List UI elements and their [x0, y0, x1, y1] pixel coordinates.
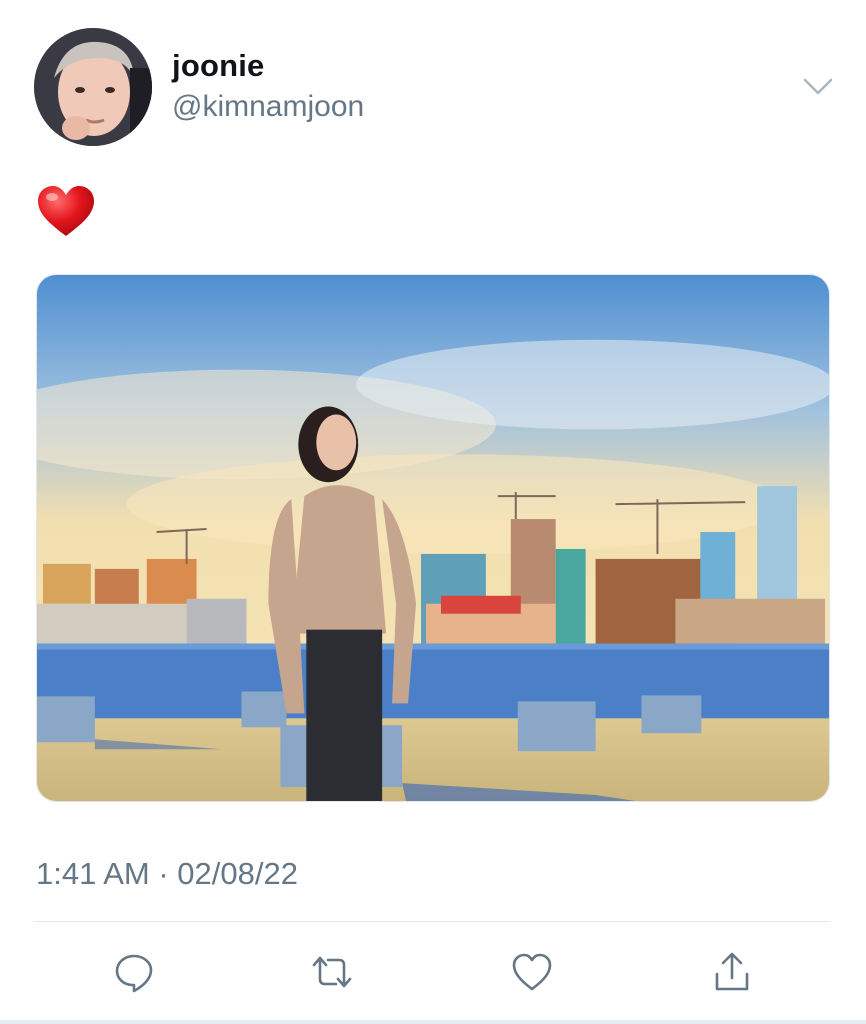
chevron-down-icon[interactable] [800, 72, 836, 100]
share-icon [715, 952, 749, 991]
reply-icon [115, 954, 153, 993]
avatar-image [34, 28, 152, 146]
reply-button[interactable] [110, 948, 158, 996]
author-handle[interactable]: @kimnamjoon [172, 90, 364, 124]
divider [34, 921, 830, 922]
author-avatar[interactable] [34, 28, 152, 146]
tweet-timestamp[interactable]: 1:41 AM · 02/08/22 [36, 856, 298, 892]
tweet-text [36, 184, 96, 240]
retweet-button[interactable] [308, 948, 356, 996]
tweet-media-photo[interactable] [36, 274, 830, 802]
tweet-actions [0, 944, 866, 1000]
like-button[interactable] [508, 948, 556, 996]
tweet-header: joonie @kimnamjoon [0, 0, 866, 160]
author-display-name[interactable]: joonie [172, 48, 264, 84]
retweet-icon [312, 956, 352, 988]
heart-icon [512, 953, 552, 991]
bottom-border [0, 1020, 866, 1024]
share-button[interactable] [708, 948, 756, 996]
red-heart-emoji [38, 186, 94, 236]
